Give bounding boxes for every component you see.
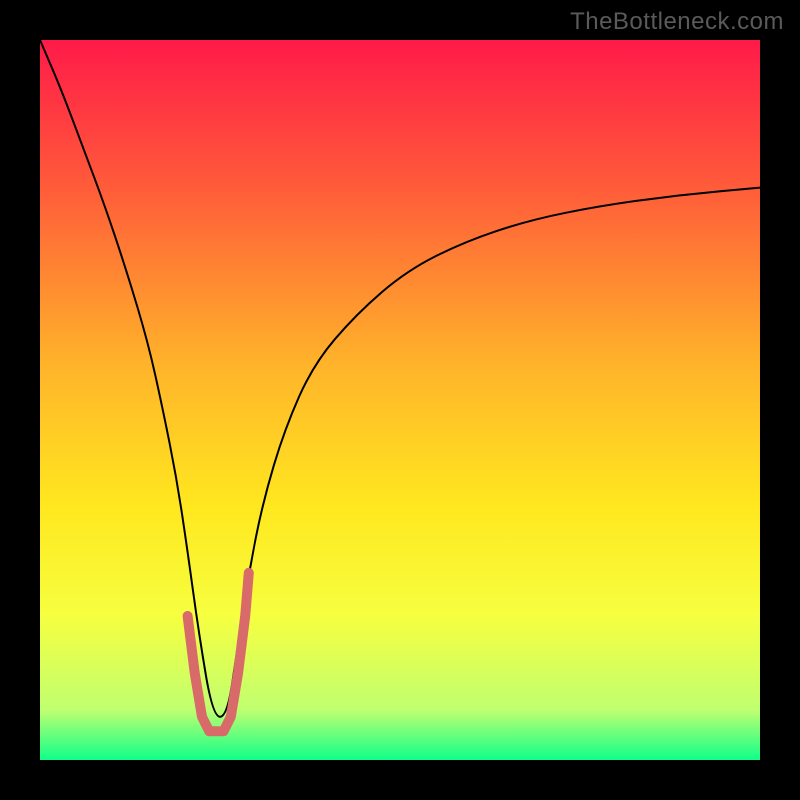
plot-area	[40, 40, 760, 760]
bottleneck-curve	[40, 40, 760, 717]
highlight-segment	[188, 573, 249, 731]
chart-curves	[40, 40, 760, 760]
watermark-text: TheBottleneck.com	[570, 8, 784, 36]
